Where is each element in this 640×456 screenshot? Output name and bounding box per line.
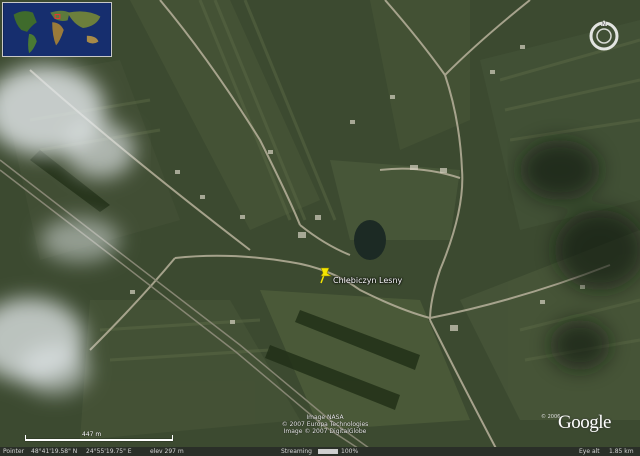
streaming-label: Streaming — [281, 448, 312, 455]
eye-alt-label: Eye alt — [579, 448, 600, 455]
pointer-label: Pointer — [3, 448, 25, 455]
map-viewport[interactable]: N Chlebiczyn Lesny 447 m Image NASA © 20… — [0, 0, 640, 456]
credit-line-1: Image NASA — [306, 414, 344, 421]
overview-map[interactable] — [2, 2, 112, 57]
eye-alt-value: 1.85 km — [609, 448, 634, 455]
credit-line-3: Image © 2007 DigitalGlobe — [283, 428, 367, 435]
pointer-longitude: 24°55'19.75" E — [86, 448, 132, 455]
svg-text:N: N — [602, 22, 606, 28]
credit-line-2: © 2007 Europa Technologies — [281, 421, 369, 428]
streaming-progress-fill — [319, 450, 337, 453]
imagery-credits: Image NASA © 2007 Europa Technologies Im… — [270, 414, 380, 435]
streaming-progress — [318, 449, 338, 454]
compass-icon: N — [589, 20, 619, 51]
pointer-latitude: 48°41'19.58" N — [31, 448, 78, 455]
satellite-imagery[interactable] — [0, 0, 640, 456]
placemark-label[interactable]: Chlebiczyn Lesny — [333, 276, 402, 285]
streaming-percent: 100% — [341, 448, 359, 455]
pointer-elevation: elev 297 m — [150, 448, 184, 455]
google-logo: Google — [558, 412, 611, 433]
scale-tick-left — [25, 435, 26, 441]
pushpin-icon[interactable] — [318, 266, 332, 284]
scale-tick-right — [172, 435, 173, 441]
scale-line — [25, 439, 173, 441]
overview-globe-icon — [4, 3, 110, 56]
scale-label: 447 m — [82, 431, 102, 438]
status-bar: Pointer 48°41'19.58" N 24°55'19.75" E el… — [0, 447, 640, 456]
compass-control[interactable]: N — [586, 18, 622, 54]
